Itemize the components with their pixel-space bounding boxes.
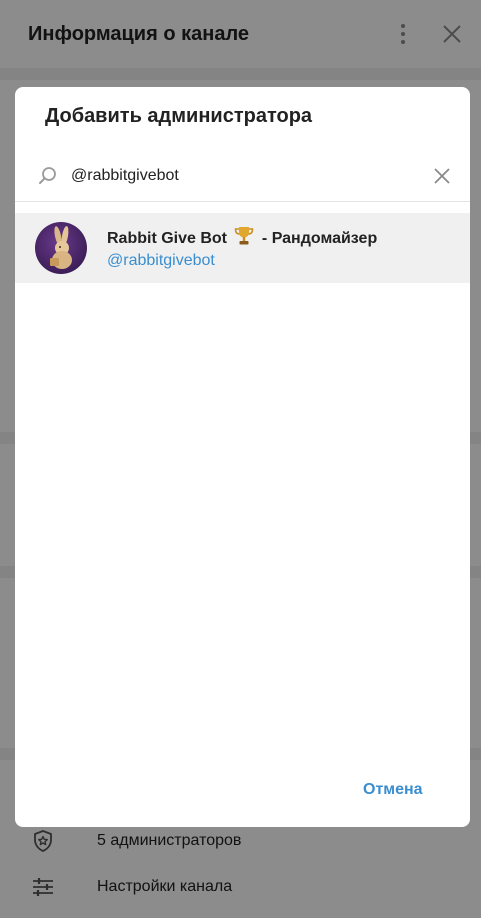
result-name-main: Rabbit Give Bot [107,230,228,247]
search-input[interactable] [71,161,411,191]
clear-search-icon[interactable] [431,165,453,187]
result-username: @rabbitgivebot [107,252,215,269]
result-name-suffix: - Рандомайзер [261,230,378,247]
result-name: Rabbit Give Bot - Рандомайзер [107,226,377,248]
search-icon [39,167,56,184]
search-result-item[interactable]: Rabbit Give Bot - Рандомайзер @rabbitgiv… [15,213,470,283]
add-admin-dialog: Добавить администратора Rabbit Give Bot [15,87,470,827]
rabbit-avatar [35,222,87,274]
search-bar [15,155,470,199]
search-divider [15,201,470,202]
trophy-icon [235,227,254,245]
cancel-button[interactable]: Отмена [363,781,423,799]
dialog-title: Добавить администратора [45,105,313,127]
